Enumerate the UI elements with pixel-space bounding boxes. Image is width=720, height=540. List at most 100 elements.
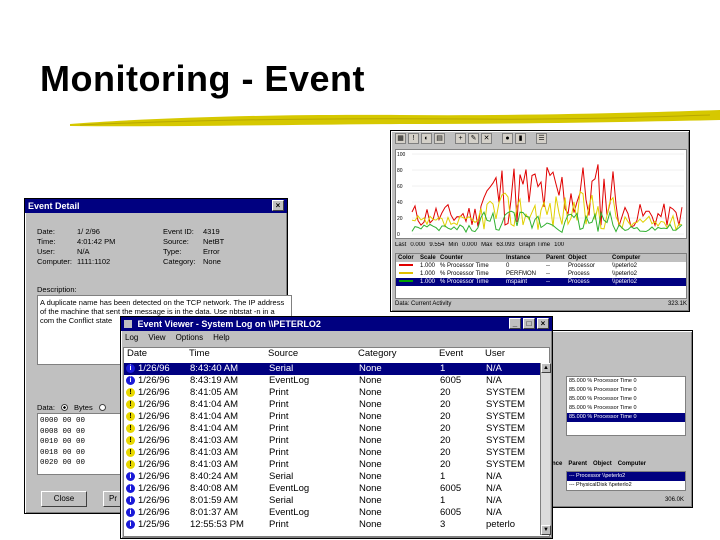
event-source: Print	[269, 447, 289, 458]
perfmon-legend[interactable]: Color Scale Counter Instance Parent Object Com…	[395, 253, 687, 299]
bookmark-button[interactable]: ▮	[515, 133, 526, 144]
close-icon[interactable]: ×	[537, 318, 549, 329]
menu-help[interactable]: Help	[213, 331, 229, 344]
bytes-radio[interactable]	[60, 404, 68, 411]
event-user: SYSTEM	[486, 447, 526, 458]
legend-row[interactable]: 1.000 % Processor Time mspaint -- Process \\p…	[396, 278, 686, 286]
event-row[interactable]: ! 1/26/96 8:41:03 AM Print None 20 SYSTEM	[124, 459, 542, 471]
y-tick-label: 100	[397, 152, 406, 158]
menu-options[interactable]: Options	[176, 331, 204, 344]
scroll-down-arrow-icon[interactable]: ▼	[541, 525, 551, 535]
background-list-header: nce Parent Object Computer	[552, 461, 688, 467]
column-time[interactable]: Time	[189, 348, 210, 359]
event-date: 1/26/96	[138, 507, 170, 518]
event-source: EventLog	[269, 375, 310, 386]
event-row[interactable]: ! 1/26/96 8:41:04 AM Print None 20 SYSTEM	[124, 411, 542, 423]
background-counter-list[interactable]: 85.000 % Processor Time 0 85.000 % Proces…	[566, 376, 686, 436]
event-user: SYSTEM	[486, 387, 526, 398]
scroll-up-arrow-icon[interactable]: ▲	[541, 363, 551, 373]
maximize-icon[interactable]: □	[523, 318, 535, 329]
legend-col-scale[interactable]: Scale	[418, 254, 438, 262]
legend-counter: % Processor Time	[440, 271, 489, 277]
event-event: 6005	[440, 507, 462, 518]
event-source: Print	[269, 387, 289, 398]
category-label: Category:	[163, 257, 196, 266]
report-view-button[interactable]: ▤	[434, 133, 445, 144]
menu-log[interactable]: Log	[125, 331, 138, 344]
event-row[interactable]: ! 1/26/96 8:41:04 AM Print None 20 SYSTEM	[124, 423, 542, 435]
background-counter-row[interactable]: 85.000 % Processor Time 0	[567, 395, 685, 404]
minimize-icon[interactable]: _	[509, 318, 521, 329]
event-category: None	[359, 363, 382, 374]
max-value: 63.093	[496, 242, 515, 248]
information-icon: i	[126, 496, 135, 505]
legend-col-counter[interactable]: Counter	[438, 254, 504, 262]
event-row[interactable]: i 1/26/96 8:01:37 AM EventLog None 6005 N/A	[124, 507, 542, 519]
event-row[interactable]: ! 1/26/96 8:41:05 AM Print None 20 SYSTEM	[124, 387, 542, 399]
legend-scale: 1.000	[420, 279, 436, 285]
event-user: N/A	[486, 495, 502, 506]
legend-counter: % Processor Time	[440, 279, 489, 285]
event-date: 1/26/96	[138, 363, 170, 374]
event-time: 8:41:03 AM	[190, 447, 239, 458]
event-row[interactable]: i 1/26/96 8:01:59 AM Serial None 1 N/A	[124, 495, 542, 507]
add-counter-button[interactable]: +	[455, 133, 466, 144]
event-source: EventLog	[269, 507, 310, 518]
legend-col-parent[interactable]: Parent	[544, 254, 566, 262]
event-time: 8:41:04 AM	[190, 411, 239, 422]
background-object-row[interactable]: --- PhysicalDisk \\peterlo2	[567, 481, 685, 490]
bytes-label: Bytes	[73, 403, 93, 412]
legend-col-instance[interactable]: Instance	[504, 254, 544, 262]
user-value: N/A	[77, 247, 90, 256]
event-row[interactable]: i 1/26/96 8:43:19 AM EventLog None 6005 N/A	[124, 375, 542, 387]
background-object-list[interactable]: --- Processor \\peterlo2 --- PhysicalDisk…	[566, 471, 686, 491]
legend-row[interactable]: 1.000 % Processor Time PERFMON -- Process \\p…	[396, 270, 686, 278]
close-icon[interactable]: ×	[272, 200, 284, 211]
options-button[interactable]: ☰	[536, 133, 547, 144]
background-object-row[interactable]: --- Processor \\peterlo2	[567, 472, 685, 481]
toolbar-separator	[494, 133, 500, 144]
edit-counter-button[interactable]: ✎	[468, 133, 479, 144]
background-counter-row[interactable]: 85.000 % Processor Time 0	[567, 377, 685, 386]
chart-view-button[interactable]: ▦	[395, 133, 406, 144]
column-source[interactable]: Source	[268, 348, 298, 359]
delete-counter-button[interactable]: ✕	[481, 133, 492, 144]
y-tick-label: 20	[397, 216, 403, 222]
legend-row[interactable]: 1.000 % Processor Time 0 -- Processor \\peter…	[396, 262, 686, 270]
toolbar-separator	[528, 133, 534, 144]
event-row[interactable]: i 1/26/96 8:40:24 AM Serial None 1 N/A	[124, 471, 542, 483]
information-icon: i	[126, 376, 135, 385]
event-row[interactable]: ! 1/26/96 8:41:03 AM Print None 20 SYSTEM	[124, 447, 542, 459]
event-viewer-window: Event Viewer - System Log on \\PETERLO2 …	[120, 316, 553, 539]
legend-col-computer[interactable]: Computer	[610, 254, 654, 262]
legend-col-color[interactable]: Color	[396, 254, 418, 262]
background-counter-row[interactable]: 85.000 % Processor Time 0	[567, 413, 685, 422]
event-row[interactable]: ! 1/26/96 8:41:03 AM Print None 20 SYSTEM	[124, 435, 542, 447]
alert-view-button[interactable]: !	[408, 133, 419, 144]
event-list-scrollbar[interactable]: ▲ ▼	[540, 363, 551, 535]
column-date[interactable]: Date	[127, 348, 147, 359]
event-row[interactable]: i 1/26/96 8:43:40 AM Serial None 1 N/A	[124, 363, 542, 375]
event-row[interactable]: ! 1/26/96 8:41:04 AM Print None 20 SYSTEM	[124, 399, 542, 411]
menu-view[interactable]: View	[148, 331, 165, 344]
event-date: 1/26/96	[138, 447, 170, 458]
event-row[interactable]: i 1/26/96 8:40:08 AM EventLog None 6005 N/A	[124, 483, 542, 495]
event-category: None	[359, 483, 382, 494]
column-user[interactable]: User	[485, 348, 505, 359]
words-radio[interactable]	[98, 404, 106, 411]
log-view-button[interactable]: ◐	[421, 133, 432, 144]
event-row[interactable]: i 1/25/96 12:55:53 PM Print None 3 peterlo	[124, 519, 542, 531]
event-time: 8:41:03 AM	[190, 435, 239, 446]
background-counter-row[interactable]: 85.000 % Processor Time 0	[567, 386, 685, 395]
event-source: Serial	[269, 363, 294, 374]
column-event[interactable]: Event	[439, 348, 463, 359]
legend-col-object[interactable]: Object	[566, 254, 610, 262]
legend-scale: 1.000	[420, 263, 436, 269]
event-time: 8:01:37 AM	[190, 507, 239, 518]
column-category[interactable]: Category	[358, 348, 397, 359]
background-counter-row[interactable]: 85.000 % Processor Time 0	[567, 404, 685, 413]
update-now-button[interactable]: ●	[502, 133, 513, 144]
legend-parent: --	[546, 271, 550, 277]
close-button[interactable]: Close	[41, 491, 87, 507]
warning-icon: !	[126, 424, 135, 433]
